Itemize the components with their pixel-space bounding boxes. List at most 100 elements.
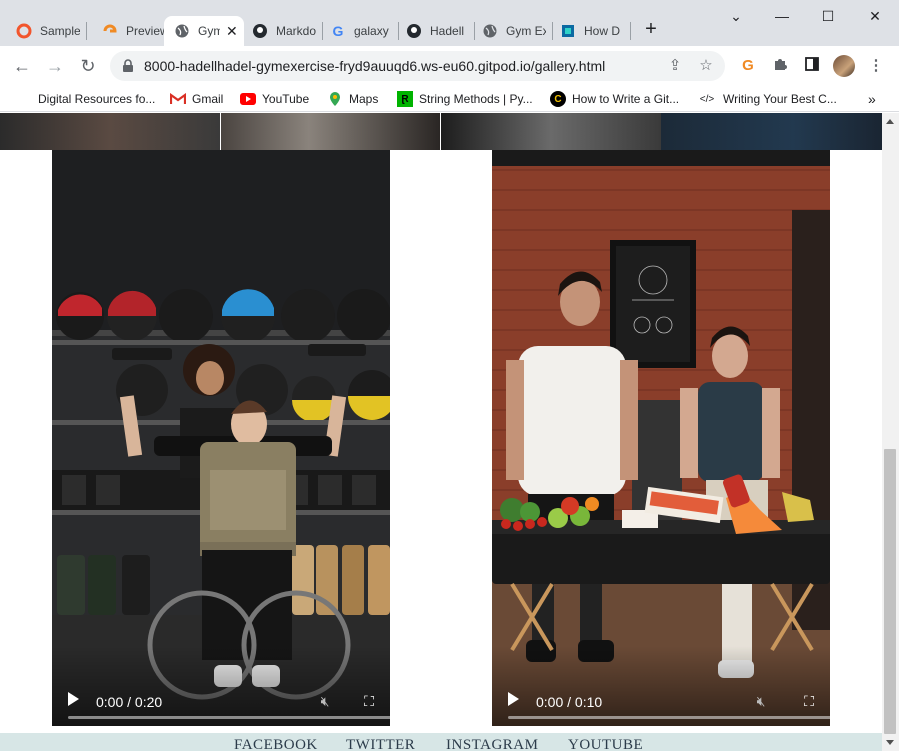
bookmark-label: Maps bbox=[349, 92, 379, 106]
c-icon: C bbox=[550, 91, 566, 107]
footer-link-instagram[interactable]: INSTAGRAM bbox=[446, 737, 538, 751]
gallery-image-strip-3 bbox=[441, 113, 661, 150]
tab-title: Gym bbox=[198, 24, 220, 38]
opera-icon bbox=[16, 23, 32, 39]
scroll-up-arrow-icon[interactable] bbox=[886, 119, 894, 124]
browser-window: Sample Preview Gym ✕ Markdo G galaxy Had… bbox=[0, 0, 899, 751]
nutrition-table-video[interactable]: 0:00 / 0:10 🔇︎ ⛶ ⋮ bbox=[492, 150, 830, 726]
forward-button[interactable]: → bbox=[43, 54, 67, 78]
tab-strip: Sample Preview Gym ✕ Markdo G galaxy Had… bbox=[0, 0, 899, 46]
page-scrollbar[interactable] bbox=[882, 113, 899, 751]
tab-title: How D bbox=[584, 24, 621, 38]
extensions-puzzle-icon[interactable] bbox=[770, 56, 790, 76]
tab-title: Hadell bbox=[430, 24, 465, 38]
maximize-button[interactable]: ☐ bbox=[805, 0, 851, 32]
string-methods-icon: Ɽ bbox=[397, 91, 413, 107]
mute-icon[interactable]: 🔇︎ bbox=[752, 692, 770, 710]
gallery-image-strip-2 bbox=[221, 113, 440, 150]
github-icon bbox=[252, 23, 268, 39]
url-text[interactable]: 8000-hadellhadel-gymexercise-fryd9auuqd6… bbox=[144, 58, 605, 74]
bookmark-label: Digital Resources fo... bbox=[38, 92, 156, 106]
tab-title: Gym Ex bbox=[506, 24, 546, 38]
google-icon: G bbox=[332, 23, 344, 39]
footer-link-facebook[interactable]: FACEBOOK bbox=[234, 737, 318, 751]
video-time: 0:00 / 0:10 bbox=[536, 694, 603, 710]
tab-preview[interactable]: Preview bbox=[86, 16, 164, 46]
arrow-right-icon: → bbox=[46, 56, 64, 76]
maps-icon bbox=[327, 91, 343, 107]
globe-icon bbox=[482, 23, 498, 39]
video-frame-gym bbox=[52, 150, 390, 726]
tab-galaxy[interactable]: G galaxy bbox=[322, 16, 398, 46]
menu-kebab-icon[interactable]: ⋮ bbox=[866, 56, 886, 76]
bookmark-writing-best[interactable]: </> Writing Your Best C... bbox=[697, 90, 837, 108]
bookmark-string-methods[interactable]: Ɽ String Methods | Py... bbox=[397, 90, 533, 108]
tab-hadell[interactable]: Hadell bbox=[398, 16, 474, 46]
tab-title: Sample bbox=[40, 24, 80, 38]
new-tab-button[interactable]: + bbox=[640, 18, 662, 42]
profile-avatar[interactable] bbox=[833, 55, 855, 77]
tab-search-icon[interactable]: ⌄ bbox=[713, 0, 759, 32]
video-progress-bar[interactable] bbox=[68, 716, 390, 719]
tab-gym-ex[interactable]: Gym Ex bbox=[474, 16, 552, 46]
browser-toolbar: ← → ↻ 8000-hadellhadel-gymexercise-fryd9… bbox=[0, 46, 899, 86]
page-viewport: 0:00 / 0:20 🔇︎ ⛶ ⋮ bbox=[0, 113, 882, 751]
mute-icon[interactable]: 🔇︎ bbox=[316, 692, 334, 710]
tab-separator bbox=[630, 22, 631, 40]
tab-markdown[interactable]: Markdo bbox=[244, 16, 322, 46]
reload-icon: ↻ bbox=[80, 56, 96, 76]
tab-how-d[interactable]: How D bbox=[552, 16, 630, 46]
video-time: 0:00 / 0:20 bbox=[96, 694, 163, 710]
reload-button[interactable]: ↻ bbox=[76, 54, 100, 78]
grammarly-extension-icon[interactable]: G bbox=[738, 56, 758, 76]
share-icon[interactable]: ⇪ bbox=[666, 57, 684, 75]
bookmark-gmail[interactable]: Gmail bbox=[170, 90, 223, 108]
youtube-icon bbox=[240, 91, 256, 107]
github-icon bbox=[406, 23, 422, 39]
video-controls: 0:00 / 0:20 🔇︎ ⛶ ⋮ bbox=[52, 646, 390, 726]
close-window-button[interactable]: ✕ bbox=[852, 0, 898, 32]
close-icon[interactable]: ✕ bbox=[226, 23, 238, 40]
minimize-button[interactable]: — bbox=[759, 0, 805, 32]
more-bookmarks-button[interactable]: » bbox=[868, 90, 876, 108]
scrollbar-thumb[interactable] bbox=[884, 449, 896, 734]
preview-icon bbox=[102, 23, 118, 39]
bookmark-star-icon[interactable]: ☆ bbox=[697, 57, 715, 75]
bookmark-youtube[interactable]: YouTube bbox=[240, 90, 309, 108]
address-bar[interactable]: 8000-hadellhadel-gymexercise-fryd9auuqd6… bbox=[110, 51, 725, 81]
play-icon[interactable] bbox=[508, 692, 519, 706]
arrow-left-icon: ← bbox=[13, 56, 31, 76]
bookmark-label: Gmail bbox=[192, 92, 224, 106]
bookmark-label: String Methods | Py... bbox=[419, 92, 533, 106]
tab-title: galaxy bbox=[354, 24, 389, 38]
globe-icon bbox=[174, 23, 190, 39]
tab-sample[interactable]: Sample bbox=[0, 16, 86, 46]
tab-gym-active[interactable]: Gym ✕ bbox=[164, 16, 244, 46]
bookmark-label: YouTube bbox=[262, 92, 310, 106]
gmail-icon bbox=[170, 91, 186, 107]
footer-link-twitter[interactable]: TWITTER bbox=[346, 737, 415, 751]
gallery-image-strip-4 bbox=[661, 113, 882, 150]
tab-title: Markdo bbox=[276, 24, 316, 38]
bookmark-how-to-write[interactable]: C How to Write a Git... bbox=[550, 90, 679, 108]
scroll-down-arrow-icon[interactable] bbox=[886, 740, 894, 745]
code-icon: </> bbox=[699, 93, 715, 105]
bookmark-digital-resources[interactable]: Digital Resources fo... bbox=[38, 90, 155, 108]
howd-icon bbox=[560, 23, 576, 39]
play-icon[interactable] bbox=[68, 692, 79, 706]
bookmark-maps[interactable]: Maps bbox=[327, 90, 378, 108]
fullscreen-icon[interactable]: ⛶ bbox=[360, 692, 378, 710]
gallery-image-strip-1 bbox=[0, 113, 220, 150]
wheelchair-lifter-video[interactable]: 0:00 / 0:20 🔇︎ ⛶ ⋮ bbox=[52, 150, 390, 726]
bookmarks-bar: Digital Resources fo... Gmail YouTube Ma… bbox=[0, 86, 899, 112]
bookmark-label: How to Write a Git... bbox=[572, 92, 680, 106]
back-button[interactable]: ← bbox=[10, 54, 34, 78]
footer-link-youtube[interactable]: YOUTUBE bbox=[568, 737, 643, 751]
video-frame-nutrition bbox=[492, 150, 830, 726]
tab-title: Preview bbox=[126, 24, 164, 38]
fullscreen-icon[interactable]: ⛶ bbox=[800, 692, 818, 710]
side-panel-icon[interactable] bbox=[802, 56, 822, 76]
video-progress-bar[interactable] bbox=[508, 716, 830, 719]
video-controls: 0:00 / 0:10 🔇︎ ⛶ ⋮ bbox=[492, 646, 830, 726]
lock-icon bbox=[122, 59, 134, 78]
